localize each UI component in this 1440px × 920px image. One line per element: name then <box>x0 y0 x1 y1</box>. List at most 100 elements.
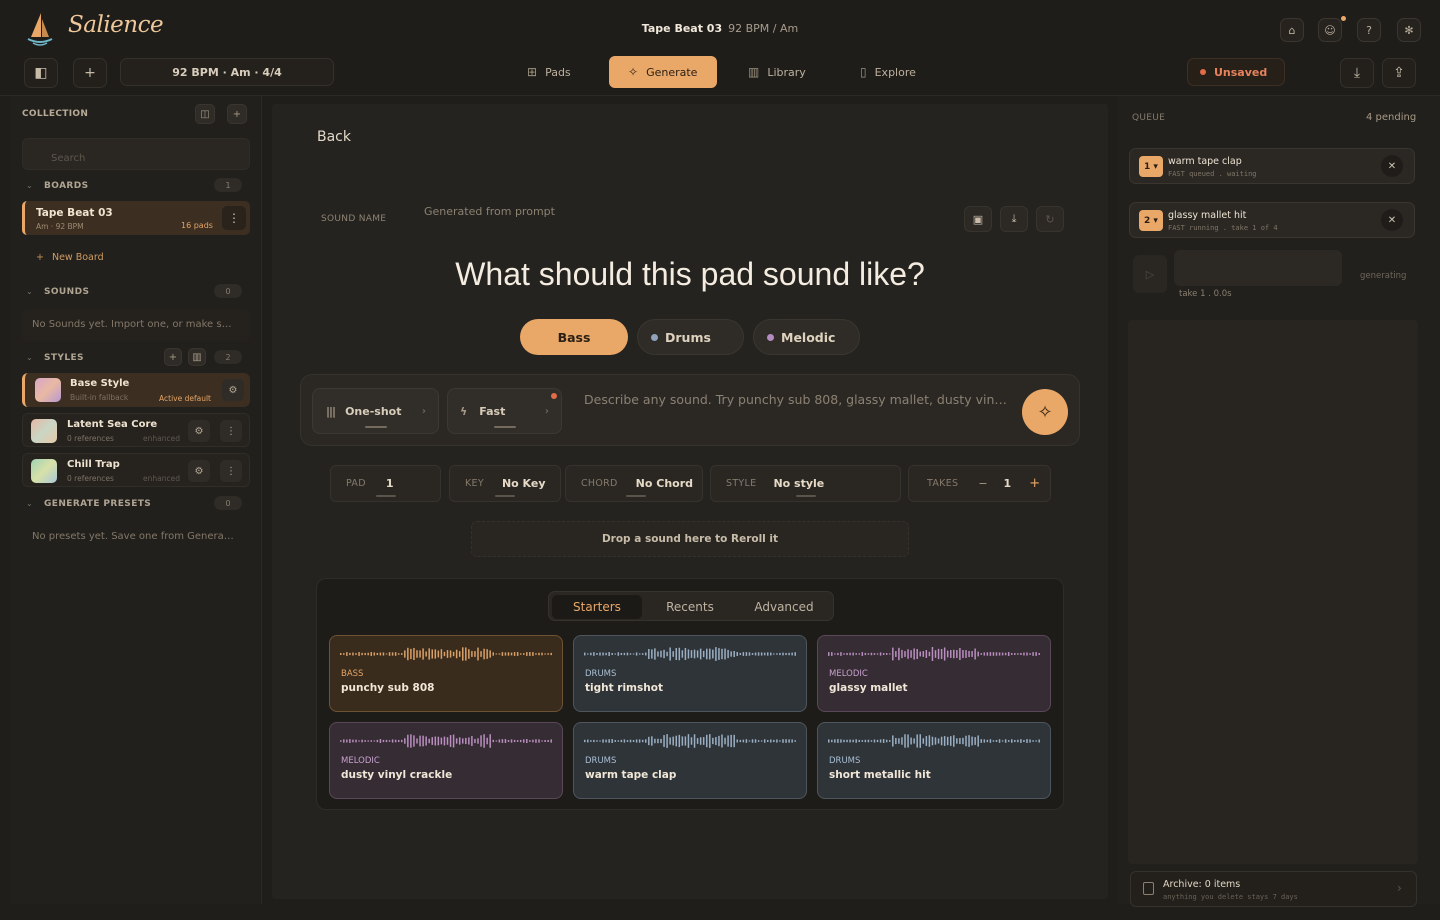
waveform-bar <box>651 736 653 746</box>
pad-field[interactable]: PAD 1 <box>330 465 441 502</box>
waveform-bar <box>974 737 976 745</box>
waveform-bar <box>654 648 656 660</box>
board-item[interactable]: Tape Beat 03 Am · 92 BPM 16 pads ⋮ <box>22 201 250 235</box>
tab-generate[interactable]: ✧ Generate <box>609 56 717 88</box>
starter-card[interactable]: MELODIC glassy mallet <box>817 635 1051 712</box>
close-icon[interactable]: ✕ <box>1381 155 1403 177</box>
add-button[interactable]: + <box>73 58 107 88</box>
category-bass[interactable]: Bass <box>520 319 628 355</box>
starter-card[interactable]: DRUMS tight rimshot <box>573 635 807 712</box>
waveform-bar <box>840 652 842 656</box>
sound-name-input[interactable]: Generated from prompt <box>424 205 555 218</box>
starter-card[interactable]: MELODIC dusty vinyl crackle <box>329 722 563 799</box>
home-icon[interactable]: ⌂ <box>1280 18 1304 42</box>
waveform-bar <box>513 739 516 743</box>
chevron-down-icon[interactable]: ⌄ <box>26 499 33 508</box>
style-item-base[interactable]: Base Style Built-in fallback Active defa… <box>22 373 250 407</box>
more-options-icon[interactable]: ⋮ <box>220 460 242 482</box>
sliders-icon[interactable]: ⚙ <box>222 379 244 401</box>
waveform-bar <box>989 652 992 656</box>
archive-button[interactable]: Archive: 0 items anything you delete sta… <box>1130 871 1417 907</box>
queue-item[interactable]: 2 ▾ glassy mallet hit FAST running . tak… <box>1129 202 1415 238</box>
boards-header[interactable]: BOARDS <box>44 181 89 191</box>
save-icon[interactable]: ▣ <box>964 206 992 232</box>
waveform-bar <box>519 653 522 655</box>
tab-pads[interactable]: ⊞ Pads <box>527 56 571 88</box>
waveform-bar <box>358 740 360 742</box>
waveform-bar <box>702 737 705 745</box>
download-icon[interactable]: ⤓ <box>1000 206 1028 232</box>
waveform-bar <box>754 739 757 743</box>
sliders-icon[interactable]: ⚙ <box>188 420 210 442</box>
tab-advanced[interactable]: Advanced <box>737 595 831 619</box>
tab-recents[interactable]: Recents <box>645 595 735 619</box>
decrease-takes-button[interactable]: − <box>978 477 987 490</box>
tab-explore[interactable]: ▯ Explore <box>860 56 916 88</box>
waveform-bar <box>672 736 674 746</box>
waveform-bar <box>760 652 763 656</box>
tab-starters[interactable]: Starters <box>552 595 642 619</box>
take-count-selector[interactable]: 2 ▾ <box>1139 210 1163 231</box>
take-count-selector[interactable]: 1 ▾ <box>1139 156 1163 177</box>
take-progress: take 1 . 0.0s <box>1179 289 1232 299</box>
starter-card[interactable]: DRUMS warm tape clap <box>573 722 807 799</box>
sliders-icon[interactable]: ⚙ <box>188 460 210 482</box>
account-icon[interactable]: ☺ <box>1318 18 1342 42</box>
waveform-bar <box>660 650 662 658</box>
toggle-sidebar-button[interactable]: ◧ <box>24 58 58 88</box>
waveform-bar <box>858 653 860 655</box>
unsaved-status[interactable]: Unsaved <box>1187 58 1285 86</box>
refresh-icon[interactable]: ↻ <box>1036 206 1064 232</box>
style-status: enhanced <box>143 434 180 443</box>
generate-sparkle-button[interactable]: ✧ <box>1022 389 1068 435</box>
play-icon[interactable]: ▷ <box>1133 255 1167 293</box>
add-collection-button[interactable]: + <box>227 104 247 124</box>
reroll-drop-zone[interactable]: Drop a sound here to Reroll it <box>471 521 909 557</box>
style-item-chill-trap[interactable]: Chill Trap 0 references enhanced ⚙ ⋮ <box>22 453 250 487</box>
tempo-key-display[interactable]: 92 BPM · Am · 4/4 <box>120 58 334 86</box>
category-melodic[interactable]: Melodic <box>753 319 860 355</box>
waveform-bar <box>773 739 775 743</box>
starter-card[interactable]: BASS punchy sub 808 <box>329 635 563 712</box>
prompt-input[interactable]: Describe any sound. Try punchy sub 808, … <box>584 392 1007 407</box>
speed-selector[interactable]: ϟ Fast › <box>447 388 562 434</box>
close-icon[interactable]: ✕ <box>1381 209 1403 231</box>
category-drums[interactable]: Drums <box>637 319 744 355</box>
chevron-down-icon[interactable]: ⌄ <box>26 181 33 190</box>
waveform-bar <box>1004 739 1007 743</box>
style-library-button[interactable]: ▥ <box>188 348 206 366</box>
chord-field[interactable]: CHORD No Chord <box>565 465 703 502</box>
waveform-bar <box>501 739 504 743</box>
tab-library[interactable]: ▥ Library <box>748 56 806 88</box>
collection-search-input[interactable]: Search <box>22 138 250 170</box>
more-options-icon[interactable]: ⋮ <box>222 206 246 230</box>
chevron-down-icon[interactable]: ⌄ <box>26 353 33 362</box>
settings-gear-icon[interactable]: ✻ <box>1397 18 1421 42</box>
add-style-button[interactable]: + <box>164 348 182 366</box>
collapse-panel-button[interactable]: ◫ <box>195 104 215 124</box>
waveform-bar <box>794 652 796 656</box>
waveform-bar <box>623 652 626 656</box>
waveform-bar <box>498 739 501 743</box>
share-button[interactable]: ⇪ <box>1382 58 1416 88</box>
styles-header[interactable]: STYLES <box>44 353 84 363</box>
board-meta: Am · 92 BPM <box>36 222 84 231</box>
queue-item[interactable]: 1 ▾ warm tape clap FAST queued . waiting… <box>1129 148 1415 184</box>
style-item-latent-sea-core[interactable]: Latent Sea Core 0 references enhanced ⚙ … <box>22 413 250 447</box>
queue-item-status: FAST queued . waiting <box>1168 170 1257 178</box>
starter-card[interactable]: DRUMS short metallic hit <box>817 722 1051 799</box>
waveform-bar <box>843 653 845 655</box>
waveform-bar <box>370 740 372 742</box>
back-link[interactable]: Back <box>317 129 351 145</box>
more-options-icon[interactable]: ⋮ <box>220 420 242 442</box>
waveform-bar <box>651 649 653 659</box>
presets-header[interactable]: GENERATE PRESETS <box>44 499 151 509</box>
style-field[interactable]: STYLE No style <box>710 465 901 502</box>
key-field[interactable]: KEY No Key <box>449 465 561 502</box>
waveform-bar <box>980 653 982 655</box>
increase-takes-button[interactable]: + <box>1029 476 1040 491</box>
mode-selector[interactable]: ||| One-shot › <box>312 388 439 434</box>
help-icon[interactable]: ? <box>1357 18 1381 42</box>
waveform-bar <box>943 736 946 746</box>
download-button[interactable]: ⤓ <box>1340 58 1374 88</box>
